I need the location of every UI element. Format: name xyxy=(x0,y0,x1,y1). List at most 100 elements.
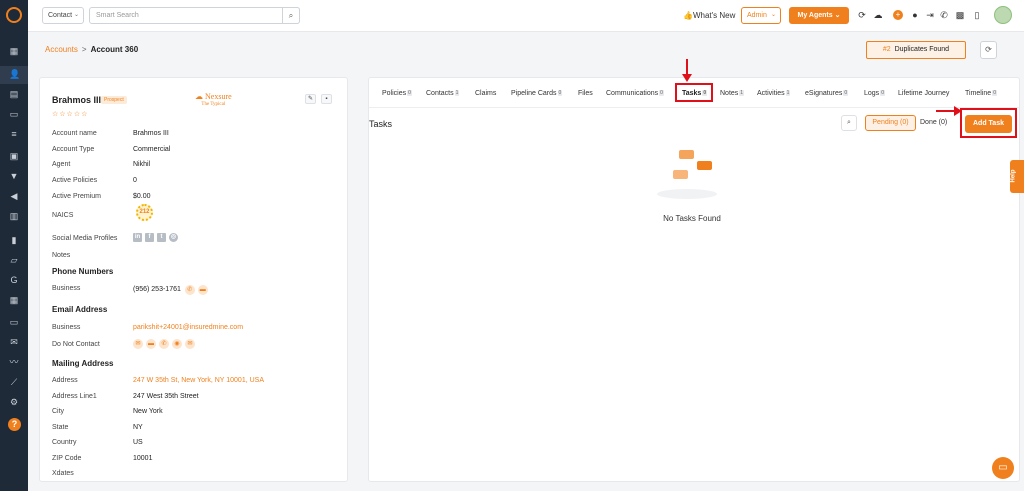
settings-icon[interactable]: ⚙ xyxy=(9,398,19,407)
google-icon[interactable]: G xyxy=(9,276,19,285)
add-icon[interactable]: + xyxy=(893,10,903,20)
tab-esignatures[interactable]: eSignatures 0 xyxy=(805,90,849,97)
folder-icon[interactable]: ▱ xyxy=(9,256,19,265)
bell-icon[interactable]: ● xyxy=(910,10,920,20)
tab-lifetime-journey[interactable]: Lifetime Journey xyxy=(898,90,949,97)
tab-notes[interactable]: Notes 1 xyxy=(720,90,745,97)
tab-count: 1 xyxy=(785,90,791,96)
megaphone-icon[interactable]: ◀ xyxy=(9,192,19,201)
tab-logs[interactable]: Logs 0 xyxy=(864,90,885,97)
tab-policies[interactable]: Policies 0 xyxy=(382,90,412,97)
chat-icon[interactable]: ▬ xyxy=(146,339,156,349)
field-label: Address xyxy=(52,377,78,384)
chat-support-icon[interactable]: ▭ xyxy=(992,457,1014,479)
chevron-down-icon: ⌄ xyxy=(770,12,776,18)
phone-icon[interactable]: ✆ xyxy=(159,339,169,349)
naics-label: NAICS xyxy=(52,212,74,219)
my-agents-button[interactable]: My Agents ⌄ xyxy=(789,7,849,24)
tab-count: 0 xyxy=(992,90,997,96)
reports-icon[interactable]: ▮ xyxy=(9,236,19,245)
globe-icon[interactable]: ◎ xyxy=(169,233,178,242)
email-icon[interactable]: ✉ xyxy=(133,339,143,349)
accounts-icon[interactable]: 👤 xyxy=(9,70,20,79)
forms-icon[interactable]: ▥ xyxy=(9,212,19,221)
arrow-head-down-icon xyxy=(682,74,692,82)
calculator-icon[interactable]: ▦ xyxy=(9,296,19,305)
breadcrumb-accounts-link[interactable]: Accounts xyxy=(45,45,78,54)
cloud-icon[interactable]: ☁ xyxy=(873,10,883,20)
field-value: 247 West 35th Street xyxy=(133,393,199,400)
search-icon[interactable]: ⌕ xyxy=(282,7,300,24)
delete-icon[interactable]: ▪ xyxy=(321,94,332,104)
edit-icon[interactable]: ✎ xyxy=(305,94,316,104)
breadcrumb: Accounts > Account 360 xyxy=(45,45,138,54)
tab-files[interactable]: Files xyxy=(578,90,593,97)
field-value: Commercial xyxy=(133,146,171,153)
tab-communications[interactable]: Communications 0 xyxy=(606,90,664,97)
phone-label: Business xyxy=(52,285,81,292)
filter-icon[interactable]: ▼ xyxy=(9,172,19,181)
analytics-icon[interactable]: ⟋ xyxy=(9,378,19,387)
dashboard-icon[interactable]: ▦ xyxy=(9,47,19,56)
user-avatar[interactable] xyxy=(994,6,1012,24)
app-logo-icon[interactable] xyxy=(6,7,22,23)
mobile-icon[interactable]: ▯ xyxy=(972,10,982,20)
scope-select[interactable]: Contact ⌄ xyxy=(42,7,84,24)
field-label: Active Policies xyxy=(52,177,98,184)
chevron-down-icon: ⌄ xyxy=(73,12,79,18)
naics-badge-icon: 212 xyxy=(136,204,153,221)
image-icon[interactable]: ▣ xyxy=(9,152,19,161)
field-value: 10001 xyxy=(133,455,153,462)
documents-icon[interactable]: ▭ xyxy=(9,110,19,119)
phone-icon[interactable]: ✆ xyxy=(939,10,949,20)
rating-stars[interactable]: ☆☆☆☆☆ xyxy=(52,110,88,118)
refresh-icon[interactable]: ⟳ xyxy=(980,41,997,59)
field-value: NY xyxy=(133,424,143,431)
facebook-icon[interactable]: f xyxy=(145,233,154,242)
phone-section-heading: Phone Numbers xyxy=(52,267,114,276)
phone-row: (956) 253-1761 ✆ ▬ xyxy=(133,285,211,295)
twitter-icon[interactable]: t xyxy=(157,233,166,242)
my-agents-label: My Agents xyxy=(797,12,833,19)
help-tab-label: Help xyxy=(1010,169,1017,183)
list-icon[interactable]: ≡ xyxy=(9,130,19,139)
task-search-icon[interactable]: ⌕ xyxy=(841,115,857,131)
smart-search-input[interactable]: Smart Search xyxy=(89,7,300,24)
tab-count: 0 xyxy=(880,90,885,96)
account-details-panel: Brahmos III Prospect ☆☆☆☆☆ ☁ Nexsure The … xyxy=(39,77,348,482)
mailing-section-heading: Mailing Address xyxy=(52,359,114,368)
address-link[interactable]: 247 W 35th St, New York, NY 10001, USA xyxy=(133,377,264,384)
tab-label: Lifetime Journey xyxy=(898,90,950,97)
tab-claims[interactable]: Claims xyxy=(475,90,496,97)
status-badge: Prospect xyxy=(101,96,127,104)
tasks-heading: Tasks xyxy=(369,119,393,129)
tab-timeline[interactable]: Timeline 0 xyxy=(965,90,997,97)
sync-icon[interactable]: ⟳ xyxy=(857,10,867,20)
logout-icon[interactable]: ⇥ xyxy=(925,10,935,20)
mail-icon[interactable]: ✉ xyxy=(9,338,19,347)
broadcast-icon[interactable]: ◉ xyxy=(172,339,182,349)
duplicates-found-button[interactable]: #2 Duplicates Found xyxy=(866,41,966,59)
brand-tagline: The Typical xyxy=(201,102,226,107)
arrow-head-right-icon xyxy=(954,106,962,116)
mail-icon[interactable]: ✉ xyxy=(185,339,195,349)
role-select[interactable]: Admin ⌄ xyxy=(741,7,781,24)
done-filter-button[interactable]: Done (0) xyxy=(920,119,947,126)
help-side-tab[interactable]: Help xyxy=(1010,160,1024,193)
tab-contacts[interactable]: Contacts 1 xyxy=(426,90,460,97)
calendar-icon[interactable]: ▭ xyxy=(9,318,19,327)
help-icon[interactable]: ? xyxy=(8,418,21,431)
chip-icon[interactable]: ▩ xyxy=(955,10,965,20)
pending-filter-button[interactable]: Pending (0) xyxy=(865,115,916,131)
email-value[interactable]: parikshit+24001@insuredmine.com xyxy=(133,324,243,331)
call-icon[interactable]: ✆ xyxy=(184,285,195,295)
sms-icon[interactable]: ▬ xyxy=(197,285,208,295)
policies-icon[interactable]: ▤ xyxy=(9,90,19,99)
tab-count: 1 xyxy=(454,90,460,96)
trend-icon[interactable]: 〰 xyxy=(9,358,19,367)
empty-tasks-illustration xyxy=(657,150,717,199)
whats-new-link[interactable]: 👍What's New xyxy=(683,11,735,20)
linkedin-icon[interactable]: in xyxy=(133,233,142,242)
tab-pipeline-cards[interactable]: Pipeline Cards 0 xyxy=(511,90,563,97)
tab-activities[interactable]: Activities 1 xyxy=(757,90,791,97)
